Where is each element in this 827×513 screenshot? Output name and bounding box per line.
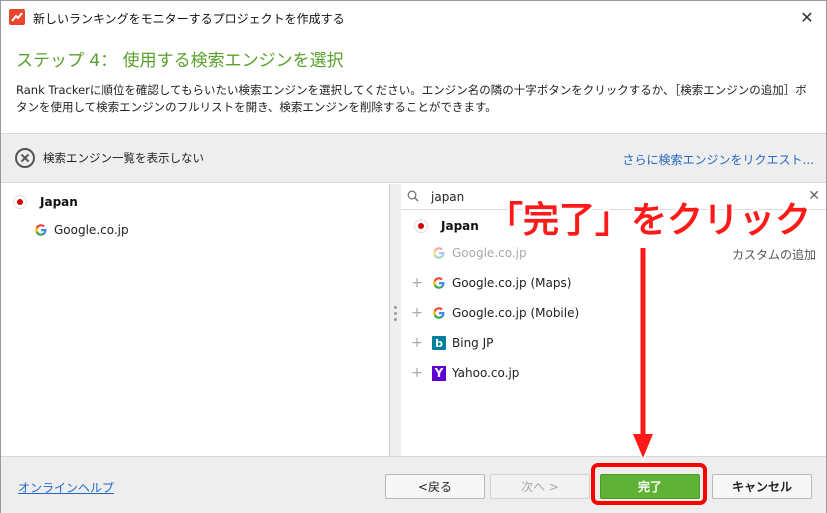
japan-flag-icon — [13, 195, 27, 209]
selected-engine-google-co-jp[interactable]: Google.co.jp — [34, 223, 129, 237]
japan-flag-icon — [414, 219, 428, 233]
selected-engines-pane: Japan Google.co.jp — [1, 184, 390, 456]
country-label: Japan — [40, 195, 78, 209]
custom-add-link[interactable]: カスタムの追加 — [732, 246, 816, 263]
request-more-engines-link[interactable]: さらに検索エンジンをリクエスト... — [623, 151, 814, 168]
engine-row-google-co-jp: Google.co.jp — [411, 243, 527, 263]
engine-row-yahoo-co-jp[interactable]: + Y Yahoo.co.jp — [411, 363, 519, 383]
step-header: ステップ 4： 使用する検索エンジンを選択 Rank Trackerに順位を確認… — [1, 33, 826, 133]
annotation-arrow-icon — [630, 246, 656, 462]
circle-close-icon — [15, 148, 35, 168]
engine-label: Google.co.jp (Maps) — [452, 276, 572, 290]
add-plus-icon[interactable]: + — [411, 305, 423, 321]
hide-engine-list-label: 検索エンジン一覧を表示しない — [43, 151, 204, 165]
engine-row-google-maps[interactable]: + Google.co.jp (Maps) — [411, 273, 571, 293]
selected-country-japan: Japan — [13, 195, 78, 209]
wizard-window: 新しいランキングをモニターするプロジェクトを作成する ✕ ステップ 4： 使用す… — [0, 0, 827, 513]
google-icon — [35, 224, 47, 236]
engine-label: Google.co.jp — [452, 246, 527, 260]
engine-label: Google.co.jp — [54, 223, 129, 237]
add-plus-icon[interactable]: + — [411, 335, 423, 351]
google-icon — [433, 247, 445, 259]
online-help-link[interactable]: オンラインヘルプ — [18, 479, 114, 496]
options-toolbar: 検索エンジン一覧を表示しない さらに検索エンジンをリクエスト... — [1, 133, 826, 183]
step-title: ステップ 4： 使用する検索エンジンを選択 — [16, 51, 344, 71]
cancel-button[interactable]: キャンセル — [712, 474, 812, 499]
bing-icon: b — [432, 336, 446, 350]
country-label: Japan — [441, 219, 479, 233]
google-icon — [433, 277, 445, 289]
google-icon — [433, 307, 445, 319]
close-icon[interactable]: ✕ — [796, 6, 818, 28]
title-bar: 新しいランキングをモニターするプロジェクトを作成する ✕ — [1, 1, 826, 33]
add-plus-icon[interactable]: + — [411, 365, 423, 381]
step-description: Rank Trackerに順位を確認してもらいたい検索エンジンを選択してください… — [16, 83, 807, 114]
engine-label: Yahoo.co.jp — [452, 366, 520, 380]
app-logo-icon — [9, 9, 25, 25]
window-title: 新しいランキングをモニターするプロジェクトを作成する — [33, 12, 345, 26]
drag-handle-icon — [394, 306, 397, 324]
next-button[interactable]: 次へ > — [490, 474, 590, 499]
yahoo-icon: Y — [432, 365, 446, 381]
finish-highlight-box — [591, 463, 707, 505]
pane-splitter[interactable] — [390, 184, 401, 456]
country-japan: Japan — [414, 219, 479, 233]
engine-row-bing-jp[interactable]: + b Bing JP — [411, 333, 493, 353]
search-icon — [407, 190, 419, 202]
add-plus-icon[interactable]: + — [411, 275, 423, 291]
annotation-callout: 「完了」をクリック — [487, 200, 812, 241]
hide-engine-list-toggle[interactable]: 検索エンジン一覧を表示しない — [15, 148, 204, 168]
engine-label: Google.co.jp (Mobile) — [452, 306, 580, 320]
back-button[interactable]: <戻る — [385, 474, 485, 499]
engine-row-google-mobile[interactable]: + Google.co.jp (Mobile) — [411, 303, 579, 323]
engine-label: Bing JP — [452, 336, 494, 350]
